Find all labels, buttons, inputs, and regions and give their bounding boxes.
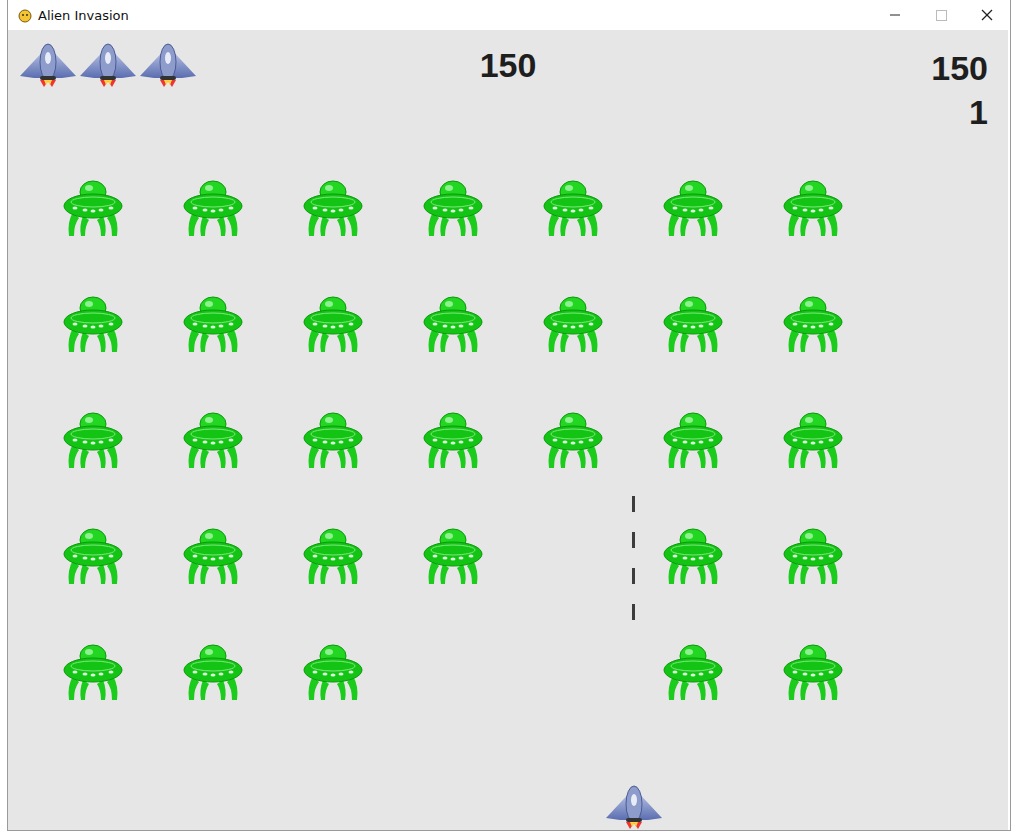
game-window: Alien Invasion1501501 bbox=[7, 0, 1011, 831]
alien-icon bbox=[663, 526, 723, 586]
alien-icon bbox=[63, 642, 123, 702]
alien-slot bbox=[783, 526, 843, 586]
alien-slot bbox=[303, 526, 363, 586]
window-controls bbox=[872, 0, 1010, 30]
alien-slot bbox=[423, 178, 483, 238]
alien-slot bbox=[543, 642, 603, 702]
alien-icon bbox=[423, 178, 483, 238]
alien-icon bbox=[183, 178, 243, 238]
player-ship-icon[interactable] bbox=[604, 782, 664, 830]
alien-icon bbox=[183, 642, 243, 702]
life-ship-icon bbox=[138, 40, 198, 88]
alien-slot bbox=[423, 294, 483, 354]
alien-slot bbox=[543, 294, 603, 354]
alien-icon bbox=[303, 294, 363, 354]
alien-slot bbox=[303, 642, 363, 702]
alien-icon bbox=[783, 526, 843, 586]
alien-slot bbox=[663, 178, 723, 238]
bullet bbox=[632, 496, 635, 512]
alien-icon bbox=[783, 410, 843, 470]
alien-icon bbox=[183, 294, 243, 354]
high-score: 150 bbox=[931, 46, 988, 90]
window-title: Alien Invasion bbox=[38, 8, 129, 23]
alien-slot bbox=[183, 178, 243, 238]
alien-slot bbox=[183, 642, 243, 702]
alien-icon bbox=[63, 178, 123, 238]
alien-icon bbox=[783, 178, 843, 238]
life-ship-icon bbox=[18, 40, 78, 88]
title-bar[interactable]: Alien Invasion bbox=[8, 0, 1010, 30]
alien-slot bbox=[543, 410, 603, 470]
game-canvas: 1501501 bbox=[8, 30, 1008, 830]
score: 150 bbox=[448, 46, 568, 85]
alien-slot bbox=[423, 526, 483, 586]
level: 1 bbox=[969, 90, 988, 134]
bullets bbox=[632, 496, 635, 620]
alien-slot bbox=[663, 526, 723, 586]
alien-icon bbox=[63, 526, 123, 586]
screen: Alien Invasion1501501 bbox=[0, 0, 1016, 839]
alien-icon bbox=[183, 526, 243, 586]
alien-slot bbox=[183, 410, 243, 470]
alien-slot bbox=[663, 294, 723, 354]
alien-slot bbox=[303, 294, 363, 354]
alien-slot bbox=[63, 410, 123, 470]
alien-slot bbox=[423, 410, 483, 470]
alien-slot bbox=[63, 642, 123, 702]
alien-icon bbox=[63, 294, 123, 354]
alien-slot bbox=[783, 294, 843, 354]
alien-icon bbox=[543, 294, 603, 354]
alien-icon bbox=[783, 642, 843, 702]
alien-icon bbox=[303, 526, 363, 586]
alien-icon bbox=[423, 526, 483, 586]
alien-icon bbox=[783, 294, 843, 354]
alien-slot bbox=[663, 642, 723, 702]
alien-slot bbox=[543, 526, 603, 586]
ships-left bbox=[18, 40, 198, 88]
alien-slot bbox=[783, 642, 843, 702]
alien-icon bbox=[63, 410, 123, 470]
alien-icon bbox=[423, 410, 483, 470]
alien-slot bbox=[183, 294, 243, 354]
alien-slot bbox=[783, 410, 843, 470]
alien-icon bbox=[663, 178, 723, 238]
close-icon[interactable] bbox=[964, 0, 1010, 30]
life-ship-icon bbox=[78, 40, 138, 88]
alien-slot bbox=[423, 642, 483, 702]
alien-icon bbox=[543, 178, 603, 238]
alien-fleet bbox=[63, 178, 843, 702]
alien-slot bbox=[543, 178, 603, 238]
alien-slot bbox=[63, 178, 123, 238]
alien-icon bbox=[303, 642, 363, 702]
alien-slot bbox=[663, 410, 723, 470]
pygame-icon bbox=[17, 7, 33, 23]
alien-icon bbox=[183, 410, 243, 470]
alien-slot bbox=[183, 526, 243, 586]
minimize-icon[interactable] bbox=[872, 0, 918, 30]
bullet bbox=[632, 568, 635, 584]
alien-slot bbox=[63, 294, 123, 354]
maximize-icon[interactable] bbox=[918, 0, 964, 30]
alien-icon bbox=[423, 294, 483, 354]
alien-icon bbox=[663, 642, 723, 702]
alien-icon bbox=[663, 294, 723, 354]
alien-icon bbox=[303, 178, 363, 238]
bullet bbox=[632, 604, 635, 620]
alien-slot bbox=[783, 178, 843, 238]
bullet bbox=[632, 532, 635, 548]
alien-icon bbox=[543, 410, 603, 470]
alien-slot bbox=[63, 526, 123, 586]
alien-icon bbox=[303, 410, 363, 470]
alien-icon bbox=[663, 410, 723, 470]
right-scoreboard: 1501 bbox=[931, 46, 988, 134]
alien-slot bbox=[303, 178, 363, 238]
alien-slot bbox=[303, 410, 363, 470]
